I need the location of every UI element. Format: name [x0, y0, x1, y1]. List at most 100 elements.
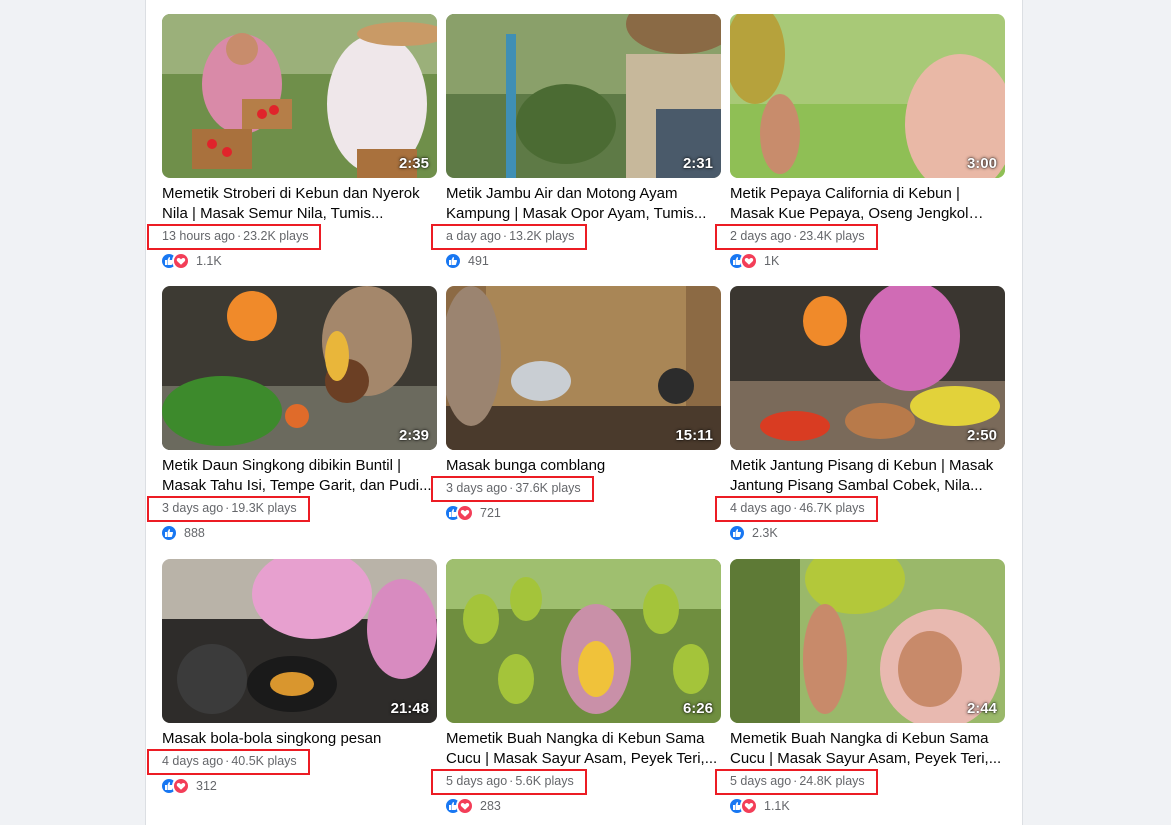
video-meta: 3 days ago · 19.3K plays — [147, 496, 310, 522]
meta-separator: · — [509, 481, 514, 495]
video-meta: 4 days ago · 40.5K plays — [147, 749, 310, 775]
video-card[interactable]: 2:44 Memetik Buah Nangka di Kebun Sama C… — [715, 559, 1005, 815]
thumbnail-image — [446, 14, 721, 178]
like-reaction-icon — [444, 252, 462, 270]
meta-separator: · — [236, 229, 242, 243]
reaction-count: 721 — [480, 506, 501, 520]
video-age: a day ago — [446, 229, 501, 243]
video-plays: 23.4K plays — [799, 229, 865, 243]
video-meta: a day ago · 13.2K plays — [431, 224, 588, 250]
video-meta: 3 days ago · 37.6K plays — [431, 476, 594, 502]
reaction-summary[interactable]: 283 — [444, 797, 721, 815]
video-title[interactable]: Memetik Buah Nangka di Kebun Sama Cucu |… — [446, 729, 721, 769]
video-thumbnail[interactable]: 21:48 — [162, 559, 437, 723]
love-reaction-icon — [172, 252, 190, 270]
video-age: 2 days ago — [730, 229, 792, 243]
video-meta: 4 days ago · 46.7K plays — [715, 496, 878, 522]
thumbnail-image — [730, 14, 1005, 178]
video-card[interactable]: 21:48 Masak bola-bola singkong pesan 4 d… — [147, 559, 437, 795]
video-meta: 13 hours ago · 23.2K plays — [147, 224, 322, 250]
video-duration: 2:44 — [966, 700, 997, 717]
meta-separator: · — [793, 501, 798, 515]
reaction-summary[interactable]: 721 — [444, 504, 721, 522]
video-thumbnail[interactable]: 2:35 — [162, 14, 437, 178]
video-plays: 40.5K plays — [231, 754, 297, 768]
video-title[interactable]: Metik Jantung Pisang di Kebun | Masak Ja… — [730, 456, 1005, 496]
love-reaction-icon — [740, 252, 758, 270]
meta-separator: · — [225, 501, 230, 515]
video-card[interactable]: 2:50 Metik Jantung Pisang di Kebun | Mas… — [715, 286, 1005, 542]
reaction-count: 2.3K — [752, 526, 778, 540]
love-reaction-icon — [456, 797, 474, 815]
video-age: 5 days ago — [446, 774, 508, 788]
reaction-summary[interactable]: 888 — [160, 524, 437, 542]
video-thumbnail[interactable]: 6:26 — [446, 559, 721, 723]
video-thumbnail[interactable]: 2:44 — [730, 559, 1005, 723]
video-card[interactable]: 2:39 Metik Daun Singkong dibikin Buntil … — [147, 286, 437, 542]
video-meta: 2 days ago · 23.4K plays — [715, 224, 878, 250]
video-duration: 2:31 — [682, 155, 713, 172]
video-card[interactable]: 2:35 Memetik Stroberi di Kebun dan Nyero… — [147, 14, 437, 270]
video-thumbnail[interactable]: 3:00 — [730, 14, 1005, 178]
video-age: 13 hours ago — [162, 229, 235, 243]
love-reaction-icon — [740, 797, 758, 815]
reaction-summary[interactable]: 491 — [444, 252, 721, 270]
video-card[interactable]: 2:31 Metik Jambu Air dan Motong Ayam Kam… — [431, 14, 721, 270]
meta-separator: · — [502, 229, 508, 243]
reaction-count: 1K — [764, 254, 780, 268]
reaction-summary[interactable]: 1K — [728, 252, 1005, 270]
meta-separator: · — [509, 774, 514, 788]
thumbnail-image — [730, 286, 1005, 450]
meta-separator: · — [793, 774, 798, 788]
video-title[interactable]: Metik Pepaya California di Kebun | Masak… — [730, 184, 1005, 224]
video-duration: 2:50 — [966, 427, 997, 444]
love-reaction-icon — [456, 504, 474, 522]
video-meta: 5 days ago · 5.6K plays — [431, 769, 587, 795]
video-plays: 13.2K plays — [509, 229, 575, 243]
love-reaction-icon — [172, 777, 190, 795]
video-duration: 3:00 — [966, 155, 997, 172]
video-age: 3 days ago — [162, 501, 224, 515]
video-age: 4 days ago — [730, 501, 792, 515]
meta-separator: · — [225, 754, 230, 768]
video-title[interactable]: Masak bola-bola singkong pesan — [162, 729, 437, 749]
video-age: 5 days ago — [730, 774, 792, 788]
video-title[interactable]: Metik Daun Singkong dibikin Buntil | Mas… — [162, 456, 437, 496]
thumbnail-image — [162, 559, 437, 723]
video-plays: 37.6K plays — [515, 481, 581, 495]
reaction-summary[interactable]: 2.3K — [728, 524, 1005, 542]
reaction-count: 491 — [468, 254, 489, 268]
reaction-summary[interactable]: 1.1K — [728, 797, 1005, 815]
video-card[interactable]: 3:00 Metik Pepaya California di Kebun | … — [715, 14, 1005, 270]
video-meta: 5 days ago · 24.8K plays — [715, 769, 878, 795]
reaction-summary[interactable]: 1.1K — [160, 252, 437, 270]
video-plays: 19.3K plays — [231, 501, 297, 515]
video-title[interactable]: Memetik Stroberi di Kebun dan Nyerok Nil… — [162, 184, 437, 224]
thumbnail-image — [446, 559, 721, 723]
video-title[interactable]: Memetik Buah Nangka di Kebun Sama Cucu |… — [730, 729, 1005, 769]
reaction-count: 1.1K — [764, 799, 790, 813]
reaction-summary[interactable]: 312 — [160, 777, 437, 795]
video-duration: 15:11 — [675, 427, 713, 444]
video-card[interactable]: 15:11 Masak bunga comblang 3 days ago · 37… — [431, 286, 721, 522]
video-plays: 23.2K plays — [243, 229, 309, 243]
video-age: 4 days ago — [162, 754, 224, 768]
thumbnail-image — [446, 286, 721, 450]
meta-separator: · — [793, 229, 798, 243]
video-card[interactable]: 6:26 Memetik Buah Nangka di Kebun Sama C… — [431, 559, 721, 815]
reaction-count: 888 — [184, 526, 205, 540]
video-title[interactable]: Masak bunga comblang — [446, 456, 721, 476]
reaction-count: 312 — [196, 779, 217, 793]
video-thumbnail[interactable]: 15:11 — [446, 286, 721, 450]
video-title[interactable]: Metik Jambu Air dan Motong Ayam Kampung … — [446, 184, 721, 224]
video-duration: 2:35 — [398, 155, 429, 172]
reaction-count: 1.1K — [196, 254, 222, 268]
like-reaction-icon — [728, 524, 746, 542]
video-thumbnail[interactable]: 2:31 — [446, 14, 721, 178]
video-plays: 46.7K plays — [799, 501, 865, 515]
video-plays: 5.6K plays — [515, 774, 574, 788]
video-age: 3 days ago — [446, 481, 508, 495]
video-thumbnail[interactable]: 2:50 — [730, 286, 1005, 450]
thumbnail-image — [162, 286, 437, 450]
video-thumbnail[interactable]: 2:39 — [162, 286, 437, 450]
